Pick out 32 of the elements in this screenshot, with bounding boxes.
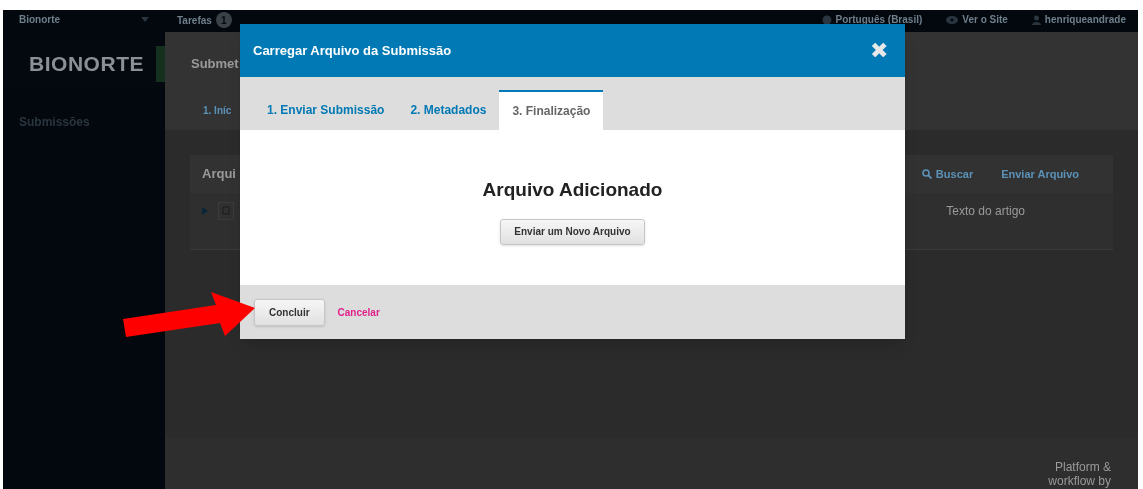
file-genre: Texto do artigo	[946, 203, 1025, 220]
globe-icon	[821, 14, 832, 25]
page-tab[interactable]: 1. Iníc	[203, 103, 232, 118]
context-selector[interactable]: Bionorte	[19, 12, 61, 27]
modal-title: Carregar Arquivo da Submissão	[253, 41, 452, 60]
tasks-link[interactable]: Tarefas	[177, 12, 212, 28]
cancel-link[interactable]: Cancelar	[337, 304, 380, 320]
search-link[interactable]: Buscar	[935, 165, 974, 183]
user-menu[interactable]: henriqueandrade	[1044, 12, 1126, 27]
view-site-link[interactable]: Ver o Site	[962, 12, 1008, 27]
step-tab[interactable]: 2. Metadados	[397, 90, 500, 130]
caret-icon	[141, 17, 149, 22]
expand-arrow-icon[interactable]	[202, 207, 208, 215]
upload-new-file-button[interactable]: Enviar um Novo Arquivo	[500, 218, 645, 245]
photo-placeholder	[156, 46, 165, 82]
language-link[interactable]: Português (Brasil)	[835, 12, 923, 27]
step-tab[interactable]: 3. Finalização	[499, 90, 604, 130]
close-button[interactable]: ✖	[870, 39, 888, 62]
status-heading: Arquivo Adicionado	[482, 178, 663, 202]
upload-file-link[interactable]: Enviar Arquivo	[1001, 165, 1079, 183]
footer-text: Platform &	[1055, 460, 1111, 474]
search-icon	[921, 169, 932, 179]
eye-icon	[946, 15, 959, 24]
user-icon	[1031, 14, 1041, 25]
document-icon	[218, 202, 234, 220]
finish-button[interactable]: Concluir	[254, 298, 325, 326]
task-count-badge: 1	[215, 12, 232, 28]
panel-title: Arqui	[202, 165, 236, 184]
step-tab[interactable]: 1. Enviar Submissão	[254, 90, 398, 130]
page-title: Submet	[191, 55, 240, 73]
site-logo: BIONORTE	[29, 51, 145, 78]
footer-text: workflow by	[1048, 474, 1111, 488]
